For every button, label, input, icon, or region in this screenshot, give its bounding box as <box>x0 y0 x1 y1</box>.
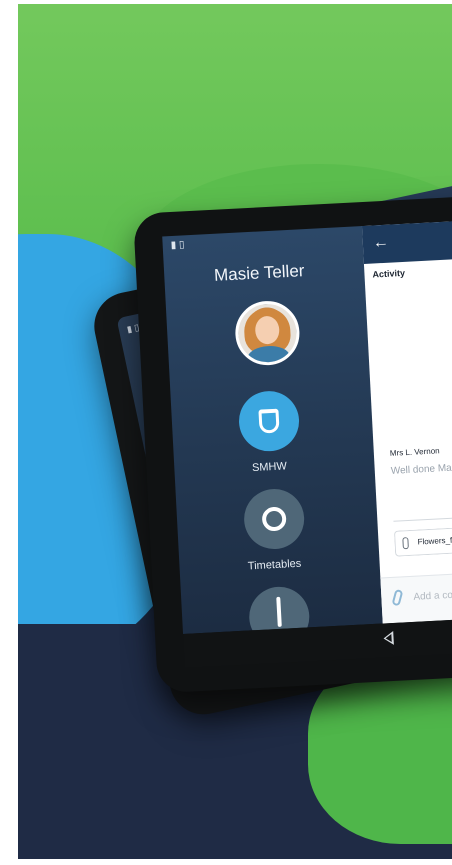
sidebar-item-timetables-label: Timetables <box>247 557 302 573</box>
add-comment-bar <box>380 569 452 625</box>
content-header: ← <box>361 217 452 264</box>
divider <box>393 512 452 522</box>
user-name: Masie Teller <box>213 261 305 285</box>
attach-file-icon[interactable] <box>391 588 404 607</box>
paperclip-icon <box>402 537 409 550</box>
bar-icon <box>276 596 282 627</box>
back-arrow-icon[interactable]: ← <box>372 234 389 253</box>
promo-scene: ▮ ▯ ▮ ▯ Masie Teller SMHW Timetables ← A… <box>0 0 452 865</box>
avatar[interactable] <box>233 299 302 367</box>
ring-icon <box>261 506 287 532</box>
comment-author: Mrs L. Vernon <box>389 446 440 458</box>
comment-text: Well done Ma some notes v <box>390 459 452 477</box>
section-title: Activity <box>372 267 406 280</box>
sidebar-item-timetables[interactable] <box>242 487 306 551</box>
sidebar-item-smhw[interactable] <box>237 389 301 453</box>
sidebar-item-third[interactable] <box>247 585 311 634</box>
nav-back-icon[interactable] <box>383 630 394 646</box>
sidebar: Masie Teller SMHW Timetables <box>162 227 373 634</box>
attachment-chip[interactable]: Flowers_f <box>393 522 452 557</box>
attachment-name: Flowers_f <box>417 535 452 547</box>
add-comment-input[interactable] <box>411 583 452 604</box>
front-tablet: ▮ ▯ Masie Teller SMHW Timetables ← Activ… <box>133 194 452 694</box>
tablet-screen: ▮ ▯ Masie Teller SMHW Timetables ← Activ… <box>162 217 452 634</box>
content-panel: ← Activity Mrs L. Vernon Well done Ma so… <box>361 217 452 625</box>
sidebar-item-smhw-label: SMHW <box>251 460 288 475</box>
shield-icon <box>258 408 280 434</box>
